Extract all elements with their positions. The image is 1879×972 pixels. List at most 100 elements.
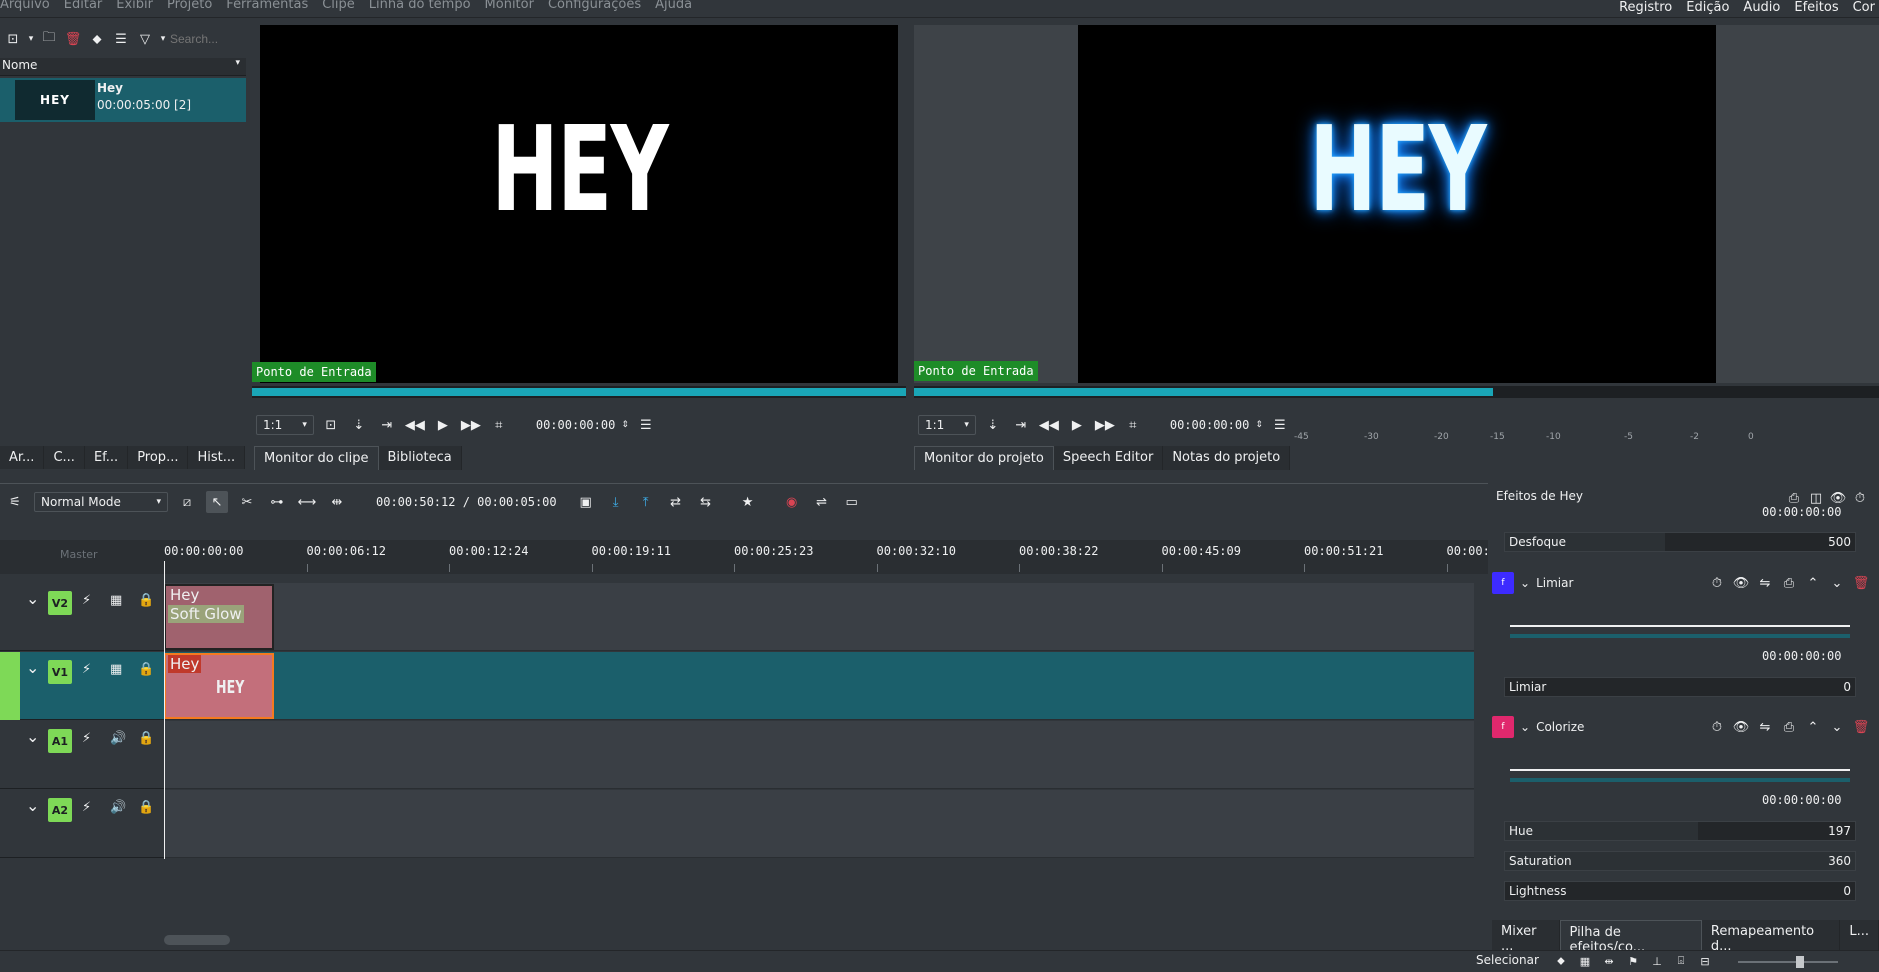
limiar-param[interactable]: Limiar 0 [1504,677,1856,697]
trash-icon[interactable]: 🗑 [62,28,84,50]
desfoque-param[interactable]: Desfoque 500 [1504,532,1856,552]
chevron-down-icon[interactable]: ⌄ [26,727,39,746]
extract-icon[interactable]: ⇄ [665,491,687,513]
effects-wand-icon[interactable]: ⚡ [82,593,91,608]
crop-icon[interactable]: ⌗ [488,414,510,436]
forward-icon[interactable]: ▶▶ [460,414,482,436]
colorize-param-hue[interactable]: Hue 197 [1504,821,1856,841]
tab[interactable]: Speech Editor [1053,446,1164,470]
menu-item[interactable]: Configurações [548,0,641,12]
timecode[interactable]: 00:00:00:00 [1170,418,1249,432]
forward-icon[interactable]: ▶▶ [1094,414,1116,436]
move-down-icon[interactable]: ⌄ [1828,572,1846,594]
play-icon[interactable]: ▶ [1066,414,1088,436]
move-up-icon[interactable]: ⌃ [1804,716,1822,738]
play-icon[interactable]: ▶ [432,414,454,436]
zoom-slider[interactable] [1738,961,1838,963]
speaker-icon[interactable]: 🔊 [110,731,126,746]
film-icon[interactable]: ▦ [110,593,122,608]
zoom-fit-icon[interactable]: ⌻ [1672,952,1690,970]
bin-column-header[interactable]: Nome ▾ [0,58,246,76]
zoom-select[interactable]: 1:1 ▾ [256,415,314,435]
delete-icon[interactable]: 🗑 [1852,572,1870,594]
menu-item[interactable]: Ajuda [655,0,692,12]
slide-tool-icon[interactable]: ⇹ [326,491,348,513]
set-in-icon[interactable]: ⇣ [348,414,370,436]
filter-icon[interactable]: ▽ [134,28,156,50]
zoom-slider-handle[interactable] [1796,956,1804,968]
effects-wand-icon[interactable]: ⚡ [82,800,91,815]
tab[interactable]: Prop... [128,446,189,469]
subtitle-icon[interactable]: ▭ [841,491,863,513]
film-icon[interactable]: ▦ [110,662,122,677]
workspace-tab[interactable]: Edição [1686,0,1729,15]
mixer-icon[interactable]: ⇌ [811,491,833,513]
eye-icon[interactable]: 👁 [1732,572,1750,594]
track-lane-a2[interactable] [164,790,1474,858]
crop-icon[interactable]: ⌗ [1122,414,1144,436]
razor-tool-icon[interactable]: ✂ [236,491,258,513]
edit-mode-select[interactable]: Normal Mode ▾ [34,492,168,512]
track-settings-icon[interactable]: ⚟ [4,491,26,513]
timer-icon[interactable]: ⏱ [1708,572,1726,594]
clip-monitor-ruler[interactable] [252,386,906,398]
tab[interactable]: Hist... [188,446,246,469]
chevron-down-icon[interactable]: ⌄ [26,658,39,677]
menu-item[interactable]: Editar [64,0,103,12]
tag-icon[interactable]: ⬥ [86,28,108,50]
tab[interactable]: Notas do projeto [1163,446,1291,470]
tab[interactable]: Monitor do clipe [254,446,379,470]
timer-icon[interactable]: ⏱ [1708,716,1726,738]
tab[interactable]: C... [44,446,85,469]
save-icon[interactable]: ⎙ [1780,572,1798,594]
list-view-icon[interactable]: ☰ [110,28,132,50]
set-out-icon[interactable]: ⇥ [1010,414,1032,436]
chevron-down-icon[interactable]: ▾ [158,28,168,50]
select-tool-icon[interactable]: ↖ [206,491,228,513]
timeline-clip[interactable]: Hey HEY [164,653,274,719]
lift-icon[interactable]: ⇆ [695,491,717,513]
tab[interactable]: Ef... [84,446,129,469]
overwrite-insert-icon[interactable]: ⤒ [635,491,657,513]
workspace-tab[interactable]: Registro [1619,0,1672,15]
master-label[interactable]: Master [0,540,164,574]
chevron-down-icon[interactable]: ⌄ [26,589,39,608]
workspace-tab[interactable]: Áudio [1743,0,1780,15]
mask-icon[interactable]: ⇋ [1756,716,1774,738]
timer-icon[interactable]: ⏱ [1851,487,1869,509]
chevron-down-icon[interactable]: ▾ [26,28,36,50]
lock-icon[interactable]: 🔒 [138,593,154,608]
rewind-icon[interactable]: ◀◀ [1038,414,1060,436]
snap-icon[interactable]: ⇹ [1600,952,1618,970]
effects-wand-icon[interactable]: ⚡ [82,662,91,677]
menu-item[interactable]: Projeto [167,0,212,12]
playhead[interactable] [164,561,165,859]
spin-icon[interactable]: ⇕ [1255,420,1263,430]
horizontal-scrollbar[interactable] [164,935,230,945]
mask-icon[interactable]: ⇋ [1756,572,1774,594]
menu-item[interactable]: Clipe [322,0,355,12]
menu-item[interactable]: Arquivo [0,0,50,12]
tag-icon[interactable]: ⬥ [1552,952,1570,970]
effects-wand-icon[interactable]: ⚡ [82,731,91,746]
add-clip-icon[interactable]: ⊡ [2,28,24,50]
tab[interactable]: Biblioteca [378,446,462,470]
colorize-effect-header[interactable]: f ⌄ Colorize ⏱ 👁 ⇋ ⎙ ⌃ ⌄ 🗑 [1492,714,1870,740]
colorize-param-lightness[interactable]: Lightness 0 [1504,881,1856,901]
ripple-tool-icon[interactable]: ⟷ [296,491,318,513]
lock-icon[interactable]: 🔒 [138,662,154,677]
project-monitor-screen[interactable]: HEY [1078,25,1716,383]
flag-icon[interactable]: ⚑ [1624,952,1642,970]
lock-icon[interactable]: 🔒 [138,731,154,746]
menu-icon[interactable]: ☰ [1269,414,1291,436]
timeline-ruler[interactable]: 00:00:00:00 00:00:06:12 00:00:12:24 00:00:1… [164,540,1490,574]
track-lane-a1[interactable] [164,721,1474,789]
timeline-clip[interactable]: Hey Soft Glow [164,584,274,650]
zoom-out-icon[interactable]: ⊟ [1696,952,1714,970]
menu-item[interactable]: Linha do tempo [369,0,471,12]
move-up-icon[interactable]: ⌃ [1804,572,1822,594]
star-icon[interactable]: ★ [737,491,759,513]
timeline-position[interactable]: 00:00:50:12 / 00:00:05:00 [376,495,557,509]
spacer-tool-icon[interactable]: ⧄ [176,491,198,513]
delete-icon[interactable]: 🗑 [1852,716,1870,738]
